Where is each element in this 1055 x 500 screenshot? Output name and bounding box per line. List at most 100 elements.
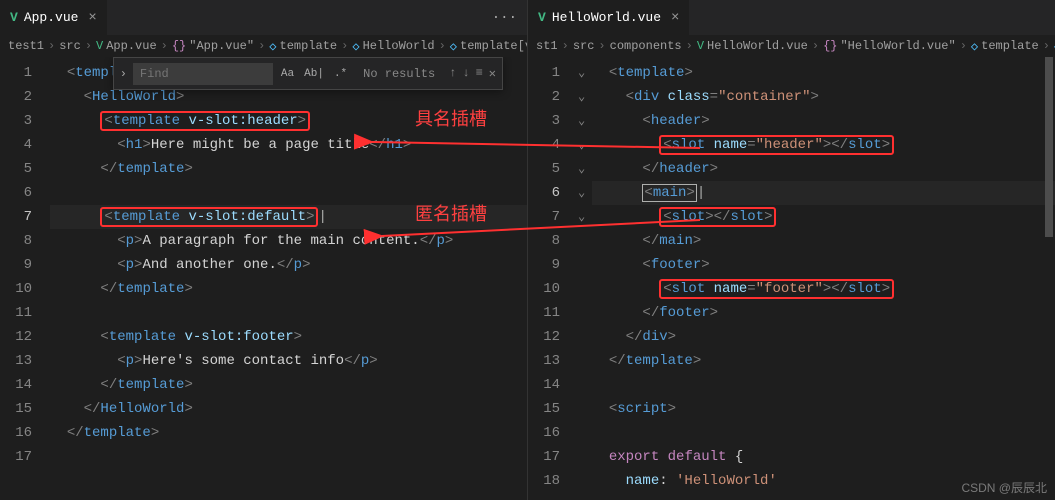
line-number[interactable]: 16 xyxy=(528,421,560,445)
line-number[interactable]: 8 xyxy=(528,229,560,253)
code-line[interactable]: </template> xyxy=(592,349,1055,373)
line-number[interactable]: 13 xyxy=(528,349,560,373)
close-icon[interactable]: × xyxy=(671,10,679,26)
code-line[interactable]: <footer> xyxy=(592,253,1055,277)
chevron-right-icon[interactable]: › xyxy=(114,67,133,81)
breadcrumb-item[interactable]: ◇ template[v-slot:default] xyxy=(450,39,527,54)
line-number[interactable]: 7 xyxy=(0,205,32,229)
breadcrumb-item[interactable]: st1 xyxy=(536,39,558,53)
find-input[interactable] xyxy=(133,63,273,85)
line-number[interactable]: 9 xyxy=(0,253,32,277)
line-number[interactable]: 14 xyxy=(528,373,560,397)
line-number[interactable]: 2 xyxy=(0,85,32,109)
find-settings-icon[interactable]: ≡ xyxy=(476,66,483,81)
fold-icon[interactable]: ⌄ xyxy=(578,181,592,205)
line-number[interactable]: 16 xyxy=(0,421,32,445)
line-number[interactable]: 17 xyxy=(528,445,560,469)
code-line[interactable]: <template v-slot:header> xyxy=(50,109,527,133)
code-line[interactable]: <main>| xyxy=(592,181,1055,205)
tab-app-vue[interactable]: V App.vue × xyxy=(0,0,108,35)
fold-icon[interactable]: ⌄ xyxy=(578,109,592,133)
code-line[interactable]: </template> xyxy=(50,277,527,301)
fold-icon[interactable]: ⌄ xyxy=(578,157,592,181)
breadcrumb[interactable]: test1›src›V App.vue›{} "App.vue"›◇ templ… xyxy=(0,35,527,57)
line-number[interactable]: 4 xyxy=(528,133,560,157)
code-line[interactable] xyxy=(50,445,527,469)
close-icon[interactable]: × xyxy=(88,10,96,26)
code-line[interactable]: <slot></slot> xyxy=(592,205,1055,229)
line-number[interactable]: 10 xyxy=(0,277,32,301)
code-line[interactable]: </div> xyxy=(592,325,1055,349)
next-match-icon[interactable]: ↓ xyxy=(462,66,469,81)
line-number[interactable]: 15 xyxy=(0,397,32,421)
code-line[interactable]: <slot name="footer"></slot> xyxy=(592,277,1055,301)
fold-icon[interactable]: ⌄ xyxy=(578,133,592,157)
breadcrumb-item[interactable]: ◇ template xyxy=(269,39,337,54)
code-line[interactable] xyxy=(50,181,527,205)
code-line[interactable]: </header> xyxy=(592,157,1055,181)
line-number[interactable]: 10 xyxy=(528,277,560,301)
code-line[interactable]: export default { xyxy=(592,445,1055,469)
breadcrumb-item[interactable]: src xyxy=(59,39,81,53)
code-line[interactable]: <template v-slot:footer> xyxy=(50,325,527,349)
whole-word-icon[interactable]: Ab| xyxy=(300,66,328,82)
code-line[interactable]: </HelloWorld> xyxy=(50,397,527,421)
line-number[interactable]: 5 xyxy=(0,157,32,181)
line-number[interactable]: 11 xyxy=(0,301,32,325)
breadcrumb-item[interactable]: V HelloWorld.vue xyxy=(697,39,808,53)
code-line[interactable]: <header> xyxy=(592,109,1055,133)
line-number[interactable]: 17 xyxy=(0,445,32,469)
line-number[interactable]: 13 xyxy=(0,349,32,373)
fold-icon[interactable]: ⌄ xyxy=(578,61,592,85)
line-number[interactable]: 15 xyxy=(528,397,560,421)
code-line[interactable]: <p>A paragraph for the main content.</p> xyxy=(50,229,527,253)
code-line[interactable] xyxy=(50,301,527,325)
more-actions-icon[interactable]: ··· xyxy=(482,0,527,35)
code-line[interactable]: <p>And another one.</p> xyxy=(50,253,527,277)
line-number[interactable]: 12 xyxy=(0,325,32,349)
line-number[interactable]: 11 xyxy=(528,301,560,325)
match-case-icon[interactable]: Aa xyxy=(277,66,298,82)
line-number[interactable]: 14 xyxy=(0,373,32,397)
scrollbar[interactable] xyxy=(1043,57,1055,500)
tab-helloworld-vue[interactable]: V HelloWorld.vue × xyxy=(528,0,690,35)
line-number[interactable]: 4 xyxy=(0,133,32,157)
code-line[interactable]: <div class="container"> xyxy=(592,85,1055,109)
breadcrumb-item[interactable]: ◇ HelloWorld xyxy=(352,39,434,54)
code-line[interactable]: </main> xyxy=(592,229,1055,253)
line-number[interactable]: 6 xyxy=(0,181,32,205)
line-number[interactable]: 3 xyxy=(528,109,560,133)
code-line[interactable]: </template> xyxy=(50,373,527,397)
code-line[interactable]: </template> xyxy=(50,421,527,445)
fold-icon[interactable]: ⌄ xyxy=(578,85,592,109)
prev-match-icon[interactable]: ↑ xyxy=(449,66,456,81)
code-line[interactable]: </template> xyxy=(50,157,527,181)
line-number[interactable]: 6 xyxy=(528,181,560,205)
regex-icon[interactable]: .* xyxy=(330,66,351,82)
breadcrumb-item[interactable]: {} "HelloWorld.vue" xyxy=(823,39,956,53)
line-number[interactable]: 5 xyxy=(528,157,560,181)
line-number[interactable]: 1 xyxy=(528,61,560,85)
code-line[interactable]: <template v-slot:default>| xyxy=(50,205,527,229)
breadcrumb[interactable]: st1›src›components›V HelloWorld.vue›{} "… xyxy=(528,35,1055,57)
code-line[interactable]: <slot name="header"></slot> xyxy=(592,133,1055,157)
line-number[interactable]: 9 xyxy=(528,253,560,277)
code-line[interactable] xyxy=(592,373,1055,397)
breadcrumb-item[interactable]: V App.vue xyxy=(96,39,157,53)
code-line[interactable]: </footer> xyxy=(592,301,1055,325)
code-line[interactable] xyxy=(592,421,1055,445)
breadcrumb-item[interactable]: ◇ template xyxy=(971,39,1039,54)
code-line[interactable]: <h1>Here might be a page title</h1> xyxy=(50,133,527,157)
breadcrumb-item[interactable]: src xyxy=(573,39,595,53)
code-editor[interactable]: 1234567891011121314151617 <template> <He… xyxy=(0,57,527,500)
line-number[interactable]: 12 xyxy=(528,325,560,349)
code-line[interactable]: <script> xyxy=(592,397,1055,421)
line-number[interactable]: 7 xyxy=(528,205,560,229)
breadcrumb-item[interactable]: {} "App.vue" xyxy=(172,39,254,53)
breadcrumb-item[interactable]: components xyxy=(610,39,682,53)
line-number[interactable]: 1 xyxy=(0,61,32,85)
fold-icon[interactable]: ⌄ xyxy=(578,205,592,229)
line-number[interactable]: 2 xyxy=(528,85,560,109)
line-number[interactable]: 8 xyxy=(0,229,32,253)
code-line[interactable]: <template> xyxy=(592,61,1055,85)
